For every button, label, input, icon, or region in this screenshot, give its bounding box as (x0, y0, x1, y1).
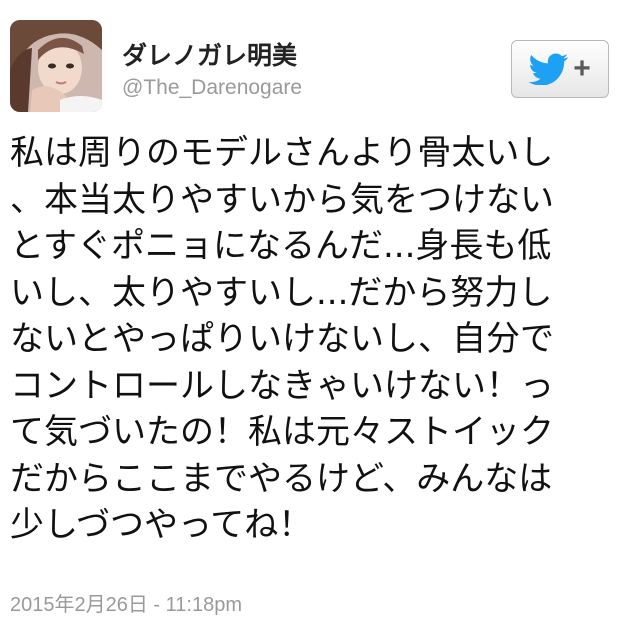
follow-button[interactable]: + (511, 40, 609, 98)
tweet-line: コントロールしなきゃいけない！っ (10, 365, 554, 406)
tweet-text: 私は周りのモデルさんより骨太いし 、本当太りやすいから気をつけない とすぐポニョ… (10, 130, 610, 549)
tweet-line: いし、太りやすいし...だから努力し (10, 272, 553, 313)
tweet-line: 私は周りのモデルさんより骨太いし (10, 133, 554, 173)
tweet-line: 少しづつやってね！ (10, 505, 313, 545)
tweet-line: 、本当太りやすいから気をつけない (10, 179, 554, 220)
profile-photo-icon (10, 20, 102, 112)
display-name[interactable]: ダレノガレ明美 (122, 36, 297, 72)
tweet-timestamp[interactable]: 2015年2月26日 - 11:18pm (10, 588, 242, 617)
twitter-bird-icon (529, 53, 569, 85)
tweet-line: だからここまでやるけど、みんなは (10, 458, 553, 499)
avatar[interactable] (10, 20, 102, 112)
user-handle[interactable]: @The_Darenogare (122, 76, 302, 100)
tweet-line: て気づいたの！私は元々ストイック (10, 412, 554, 452)
follow-plus-label: + (573, 52, 591, 85)
tweet-line: とすぐポニョになるんだ...身長も低 (10, 226, 552, 266)
tweet-line: ないとやっぱりいけないし、自分で (10, 319, 554, 359)
